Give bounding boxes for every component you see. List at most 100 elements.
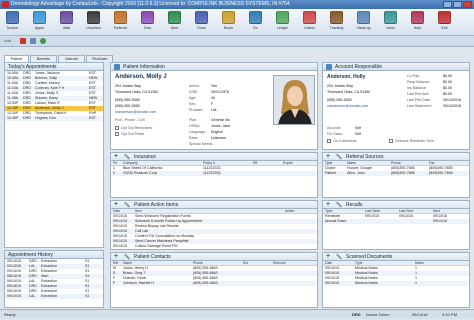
document-row[interactable]: 09/14/15 Medical Notes 1 — [323, 281, 469, 286]
overdue-reminder-checkbox[interactable] — [389, 139, 393, 143]
optout-reminders[interactable]: Opt Out Reminders — [115, 126, 152, 130]
delete-icon[interactable] — [20, 38, 26, 44]
inbox-toolbar-icon[interactable] — [384, 11, 397, 24]
edit-action-icon[interactable] — [124, 201, 130, 208]
patient-info-icon — [114, 64, 120, 70]
search-toolbar-icon[interactable] — [6, 11, 19, 24]
edit-insurance-icon[interactable] — [124, 153, 130, 160]
letters-toolbar-icon[interactable] — [303, 11, 316, 24]
alert-toolbar-label[interactable]: Alert — [166, 26, 183, 30]
tab-internet[interactable]: Internet — [58, 55, 86, 62]
overdue-reminder[interactable]: Overdue Reminder Sent — [389, 139, 434, 143]
finclass-label: Fin Class: — [327, 132, 343, 136]
todays-appointments-title: Today's Appointments — [5, 63, 103, 71]
unsched-toolbar-icon[interactable] — [87, 11, 100, 24]
referral-toolbar-icon[interactable] — [114, 11, 127, 24]
insurance-row-policy: 111222333 — [203, 171, 221, 175]
add-recall-icon[interactable]: + — [326, 201, 332, 208]
referral-row[interactable]: Patient Allen, Josh (805)390-7655 (805)390-… — [323, 171, 469, 176]
minimize-button[interactable] — [443, 1, 452, 8]
account-email[interactable]: manderson@domain.com — [327, 104, 368, 108]
route-toolbar-icon[interactable] — [222, 11, 235, 24]
appointments-list: 10:00A DRD Jones, Jackson EST 10:45A DRD Butch… — [5, 71, 103, 121]
document-row-type: Medical Notes — [355, 281, 378, 285]
history-row-status: S1 — [85, 294, 90, 298]
tracking-toolbar-icon[interactable] — [330, 11, 343, 24]
add-insurance-icon[interactable]: + — [114, 153, 120, 160]
referral-toolbar-label[interactable]: Referral — [112, 26, 129, 30]
plan-value: General Ins — [211, 118, 230, 122]
recall-row[interactable]: Annual Exam 09/14/16 — [323, 219, 469, 224]
recalls-section: + Recalls Type Last Seen Last Sent Next Remi… — [322, 200, 470, 250]
appointment-row-time: 12:45P — [7, 116, 19, 120]
rx-toolbar-icon[interactable] — [249, 11, 262, 24]
patient-home-phone: (555) 555-5555 — [115, 98, 140, 102]
ledger-toolbar-label[interactable]: Ledger — [274, 26, 291, 30]
co-pay-value: $0.00 — [443, 74, 452, 78]
optout-portal-checkbox[interactable] — [115, 132, 119, 136]
patient-photo[interactable] — [273, 75, 315, 125]
appts-toolbar-label[interactable]: Appts — [31, 26, 48, 30]
optout-reminders-checkbox[interactable] — [115, 126, 119, 130]
inbox-toolbar-label[interactable]: Inbox — [382, 26, 399, 30]
exit-toolbar-icon[interactable] — [438, 11, 451, 24]
route-toolbar-label[interactable]: Route — [220, 26, 237, 30]
document-col-type: Type — [355, 261, 363, 265]
tracking-toolbar-label[interactable]: Tracking — [328, 26, 345, 30]
close-button[interactable] — [463, 1, 472, 8]
done-toolbar-label[interactable]: Done — [193, 26, 210, 30]
todo-toolbar-label[interactable]: Todo — [139, 26, 156, 30]
insurance-row[interactable]: 2 20230 Realcom Corp 111222333 — [111, 171, 317, 176]
language-value: English — [211, 130, 223, 134]
rx-toolbar-label[interactable]: Rx — [247, 26, 264, 30]
insurance-row-pri: 2 — [113, 171, 115, 175]
patient-email[interactable]: manderson@domain.com — [115, 110, 156, 114]
help-toolbar-icon[interactable] — [411, 11, 424, 24]
add-referral-icon[interactable]: + — [326, 153, 332, 160]
edit-referral-icon[interactable] — [336, 153, 342, 160]
viewlog-toolbar-icon[interactable] — [357, 11, 370, 24]
add-action-icon[interactable]: + — [114, 201, 120, 208]
account-city: Thousand Oaks, CA 91360 — [327, 90, 371, 94]
insurance-col-expire: Expire — [283, 161, 293, 165]
tab-picodash[interactable]: PicoDash — [86, 55, 114, 62]
ledger-toolbar-icon[interactable] — [276, 11, 289, 24]
help-toolbar-label[interactable]: Help — [409, 26, 426, 30]
action-row[interactable]: 09/14/15 Collect Garbage Event PM — [111, 244, 317, 249]
tab-patient[interactable]: Patient — [4, 55, 29, 62]
viewlog-toolbar-label[interactable]: ViewLog — [355, 26, 372, 30]
refresh-icon[interactable] — [40, 38, 46, 44]
todo-toolbar-icon[interactable] — [141, 11, 154, 24]
appts-toolbar-icon[interactable] — [33, 11, 46, 24]
done-toolbar-icon[interactable] — [195, 11, 208, 24]
add-button[interactable]: Add — [4, 38, 11, 43]
contact-row[interactable]: F Johnson, Harriett H (805) 555-6663 — [111, 281, 317, 286]
appointment-row[interactable]: 12:45P DRD Hughes, Ken EST — [5, 116, 103, 121]
letters-toolbar-label[interactable]: Letters — [301, 26, 318, 30]
unsched-toolbar-label[interactable]: Unsched — [85, 26, 102, 30]
optout-portal[interactable]: Opt Out Portal — [115, 132, 144, 136]
maximize-button[interactable] — [453, 1, 462, 8]
alert-toolbar-icon[interactable] — [168, 11, 181, 24]
active-value: Yes — [211, 84, 217, 88]
edit-contact-icon[interactable] — [124, 253, 130, 260]
edit-recall-icon[interactable] — [336, 201, 342, 208]
add-document-icon[interactable]: + — [326, 253, 332, 260]
document-row-date: 09/14/15 — [325, 281, 339, 285]
edit-document-icon[interactable] — [336, 253, 342, 260]
print-icon[interactable] — [30, 38, 36, 44]
insurance-list: 1 Blue Shield Of California 111222333 2 2023… — [111, 166, 317, 176]
tab-benefits[interactable]: Benefits — [29, 55, 57, 62]
history-row[interactable]: 09/14/15 LAL Extraction S1 — [5, 294, 103, 299]
search-toolbar-label[interactable]: Search — [4, 26, 21, 30]
wait-toolbar-icon[interactable] — [60, 11, 73, 24]
recall-row-next: 09/14/16 — [433, 219, 447, 223]
account-responsible-title: Account Responsible — [323, 63, 469, 71]
exit-toolbar-label[interactable]: Exit — [436, 26, 453, 30]
language-label: Language: — [189, 130, 206, 134]
recall-row-last_seen — [363, 219, 397, 224]
add-contact-icon[interactable]: + — [114, 253, 120, 260]
on-collections[interactable]: On Collections — [327, 139, 356, 143]
on-collections-checkbox[interactable] — [327, 139, 331, 143]
wait-toolbar-label[interactable]: Wait — [58, 26, 75, 30]
